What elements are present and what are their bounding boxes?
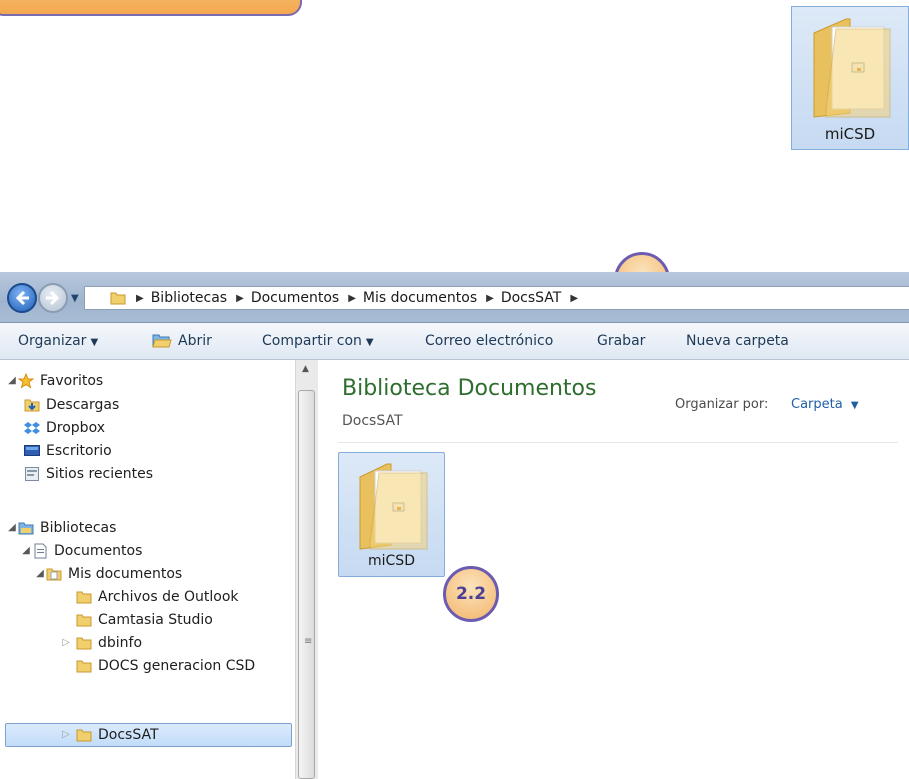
nav-scrollbar[interactable]: ▲ ≡ (295, 360, 318, 779)
scroll-up-arrow-icon[interactable]: ▲ (302, 364, 309, 374)
new-folder-button[interactable]: Nueva carpeta (686, 333, 789, 349)
breadcrumb-item[interactable]: Mis documentos (363, 290, 477, 306)
star-icon (18, 373, 34, 389)
documents-folder-icon (46, 568, 62, 581)
tree-item-downloads[interactable]: Descargas (24, 394, 119, 416)
tree-item-label: Sitios recientes (46, 466, 153, 482)
tree-item-label: Dropbox (46, 420, 105, 436)
email-button[interactable]: Correo electrónico (425, 333, 553, 349)
tree-item-folder[interactable]: Archivos de Outlook (76, 586, 239, 608)
tree-item-label: Archivos de Outlook (98, 589, 239, 605)
tree-item-label: DOCS generacion CSD (98, 658, 256, 674)
tree-item-label: Documentos (54, 543, 143, 559)
back-button[interactable] (7, 283, 37, 313)
breadcrumb-item[interactable]: Bibliotecas (151, 290, 227, 306)
tree-item-documents[interactable]: ◢ Documentos (20, 540, 142, 562)
tree-item-label: Mis documentos (68, 566, 183, 582)
breadcrumb-item[interactable]: Documentos (251, 290, 339, 306)
folder-icon (76, 637, 92, 650)
tree-item-docssat-selected[interactable]: ▷ DocsSAT (60, 724, 159, 746)
open-label: Abrir (178, 333, 212, 349)
share-label: Compartir con (262, 333, 362, 349)
expand-triangle-icon[interactable]: ◢ (6, 370, 18, 392)
command-bar: Organizar ▼ Abrir Compartir con ▼ Correo e… (0, 323, 909, 360)
tree-item-label: Bibliotecas (40, 520, 117, 536)
folder-icon (359, 463, 428, 550)
expand-triangle-icon[interactable]: ◢ (6, 517, 18, 539)
recent-pages-dropdown-icon[interactable]: ▼ (71, 293, 79, 304)
address-bar: ▼ ▶ Bibliotecas ▶ Documentos ▶ Mis docum… (0, 272, 909, 323)
tree-item-favorites[interactable]: ◢ Favoritos (6, 370, 103, 392)
callout-badge-2-2: 2.2 (443, 566, 499, 622)
tree-item-recent-places[interactable]: Sitios recientes (24, 463, 153, 485)
folder-icon (76, 729, 92, 742)
breadcrumb-separator-icon[interactable]: ▶ (136, 293, 144, 304)
tree-item-label: dbinfo (98, 635, 143, 651)
dropbox-icon (24, 422, 40, 434)
grip-icon: ≡ (304, 636, 313, 647)
desktop-icon (24, 445, 40, 456)
breadcrumb-item[interactable]: DocsSAT (501, 290, 562, 306)
collapse-triangle-icon[interactable]: ▷ (60, 724, 72, 746)
arrow-right-icon (46, 290, 60, 306)
explorer-window: ▼ ▶ Bibliotecas ▶ Documentos ▶ Mis docum… (0, 272, 909, 779)
tree-item-dropbox[interactable]: Dropbox (24, 417, 105, 439)
breadcrumb-separator-icon[interactable]: ▶ (348, 293, 356, 304)
libraries-icon (18, 522, 34, 535)
content-pane: Biblioteca Documentos DocsSAT Organizar … (318, 360, 909, 779)
folder-item[interactable]: miCSD (338, 452, 445, 577)
folder-name: miCSD (368, 553, 415, 569)
chevron-down-icon: ▼ (90, 337, 99, 348)
tree-item-label: Camtasia Studio (98, 612, 213, 628)
folder-icon (76, 614, 92, 627)
navigation-pane: ◢ Favoritos Descargas Dropbox Escritorio… (0, 360, 318, 779)
library-subtitle: DocsSAT (342, 413, 403, 429)
chevron-down-icon: ▼ (850, 400, 859, 411)
folder-icon (813, 18, 891, 118)
tree-item-label: Escritorio (46, 443, 112, 459)
forward-button[interactable] (38, 283, 68, 313)
organize-menu[interactable]: Organizar ▼ (18, 333, 98, 349)
arrange-by-label: Organizar por: (675, 397, 769, 412)
breadcrumb-separator-icon[interactable]: ▶ (486, 293, 494, 304)
folder-tile-large[interactable]: miCSD (791, 6, 909, 150)
tree-item-folder[interactable]: Camtasia Studio (76, 609, 213, 631)
folder-name: miCSD (824, 125, 876, 143)
burn-button[interactable]: Grabar (597, 333, 645, 349)
tree-item-folder[interactable]: DOCS generacion CSD (76, 655, 255, 677)
chevron-down-icon: ▼ (365, 337, 374, 348)
expand-triangle-icon[interactable]: ◢ (34, 563, 46, 585)
tree-item-folder[interactable]: ▷ dbinfo (60, 632, 142, 654)
tree-item-label: Favoritos (40, 373, 104, 389)
library-title: Biblioteca Documentos (342, 376, 597, 401)
recent-places-icon (25, 467, 39, 481)
share-menu[interactable]: Compartir con ▼ (262, 333, 374, 349)
open-folder-icon (152, 334, 172, 348)
organize-label: Organizar (18, 333, 87, 349)
collapse-triangle-icon[interactable]: ▷ (60, 632, 72, 654)
folder-icon (76, 660, 92, 673)
expand-triangle-icon[interactable]: ◢ (20, 540, 32, 562)
callout-bubble-partial (0, 0, 302, 16)
arrange-by-dropdown[interactable]: Carpeta ▼ (791, 397, 859, 412)
arrow-left-icon (15, 290, 29, 306)
document-icon (34, 543, 47, 559)
tree-item-libraries[interactable]: ◢ Bibliotecas (6, 517, 116, 539)
divider (338, 442, 898, 443)
open-button[interactable]: Abrir (152, 333, 212, 349)
breadcrumb-separator-icon[interactable]: ▶ (570, 293, 578, 304)
scroll-thumb[interactable]: ≡ (298, 390, 315, 779)
address-field[interactable]: ▶ Bibliotecas ▶ Documentos ▶ Mis documen… (84, 286, 909, 310)
downloads-folder-icon (24, 399, 40, 412)
tree-item-my-documents[interactable]: ◢ Mis documentos (34, 563, 182, 585)
folder-icon (76, 591, 92, 604)
arrange-by-value: Carpeta (791, 397, 843, 412)
tree-item-desktop[interactable]: Escritorio (24, 440, 112, 462)
tree-item-label: Descargas (46, 397, 120, 413)
breadcrumb-separator-icon[interactable]: ▶ (236, 293, 244, 304)
tree-item-label: DocsSAT (98, 727, 159, 743)
folder-icon (110, 292, 126, 305)
